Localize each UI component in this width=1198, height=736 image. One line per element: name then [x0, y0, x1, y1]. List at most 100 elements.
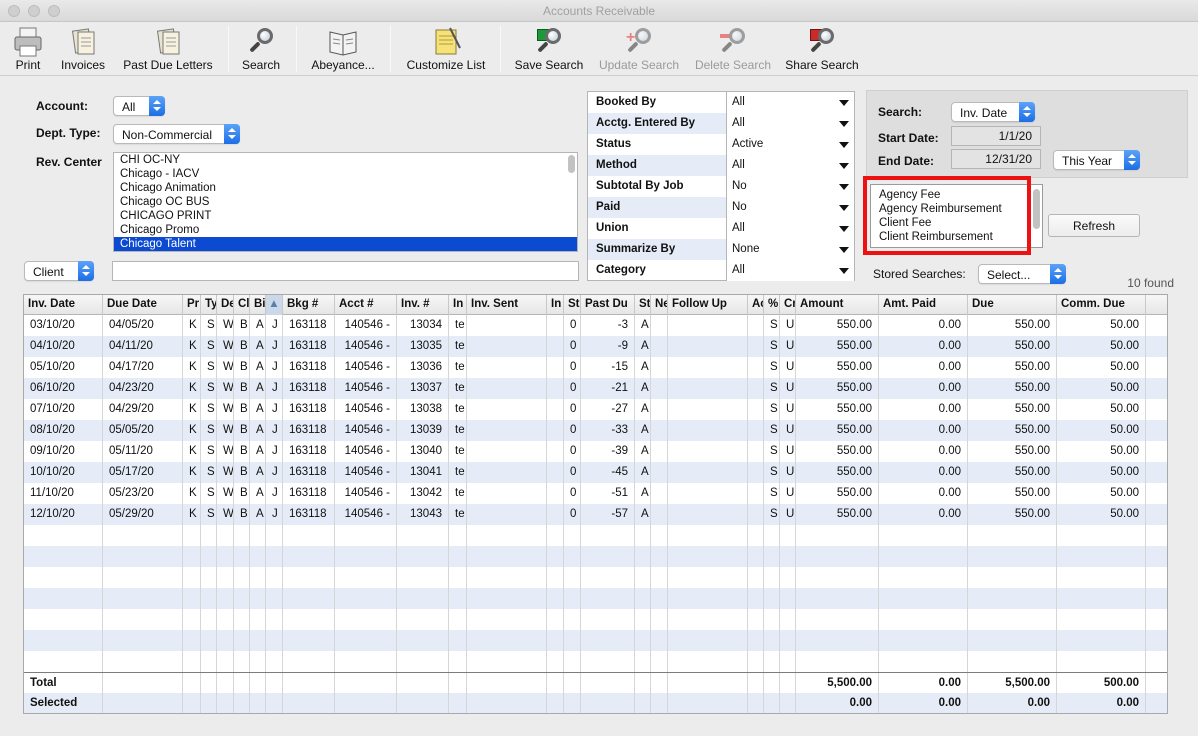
- past-due-letters-button[interactable]: Past Due Letters: [120, 24, 216, 76]
- column-header[interactable]: Past Du: [581, 295, 635, 315]
- date-range-popup[interactable]: This Year: [1053, 150, 1140, 170]
- table-row[interactable]: 06/10/20 04/23/20 K S W B A J 163118 140546 -1303…: [24, 378, 1167, 399]
- dept-type-popup[interactable]: Non-Commercial: [113, 124, 240, 144]
- column-header[interactable]: Ty: [201, 295, 217, 315]
- column-header[interactable]: Inv. Sent: [467, 295, 547, 315]
- column-header[interactable]: In: [449, 295, 467, 315]
- table-row[interactable]: 10/10/20 05/17/20 K S W B A J 163118 140546 -1304…: [24, 462, 1167, 483]
- table-row[interactable]: 09/10/20 05/11/20 K S W B A J 163118 140546 -1304…: [24, 441, 1167, 462]
- table-row[interactable]: 12/10/20 05/29/20 K S W B A J 163118 140546 -1304…: [24, 504, 1167, 525]
- filter-summarize-by[interactable]: Summarize By None: [588, 239, 854, 260]
- client-input[interactable]: [112, 261, 579, 281]
- filter-category[interactable]: Category All: [588, 260, 854, 281]
- table-row[interactable]: 04/10/20 04/11/20 K S W B A J 163118 140546 -1303…: [24, 336, 1167, 357]
- column-header[interactable]: Inv. Date: [24, 295, 103, 315]
- column-header[interactable]: Follow Up: [668, 295, 748, 315]
- table-cell: [217, 651, 234, 672]
- save-search-button[interactable]: Save Search: [512, 24, 586, 76]
- filter-dropdown[interactable]: All: [726, 218, 854, 239]
- table-cell: [547, 525, 564, 546]
- column-header[interactable]: Bi: [250, 295, 266, 315]
- column-header[interactable]: Cr: [780, 295, 796, 315]
- search-field-popup[interactable]: Inv. Date: [951, 102, 1035, 122]
- filter-acctg-entered-by[interactable]: Acctg. Entered By All: [588, 113, 854, 134]
- abeyance-button[interactable]: Abeyance...: [306, 24, 380, 76]
- filter-union[interactable]: Union All: [588, 218, 854, 239]
- column-header[interactable]: Amt. Paid: [879, 295, 968, 315]
- delete-search-button[interactable]: Delete Search: [692, 24, 774, 76]
- table-cell: 0: [564, 336, 581, 357]
- table-row[interactable]: 08/10/20 05/05/20 K S W B A J 163118 140546 -1303…: [24, 420, 1167, 441]
- column-header[interactable]: Comm. Due: [1057, 295, 1146, 315]
- filter-dropdown[interactable]: All: [726, 92, 854, 113]
- table-row[interactable]: 07/10/20 04/29/20 K S W B A J 163118 140546 -1303…: [24, 399, 1167, 420]
- table-row[interactable]: 11/10/20 05/23/20 K S W B A J 163118 140546 -1304…: [24, 483, 1167, 504]
- column-header[interactable]: Cl: [234, 295, 250, 315]
- table-cell: 04/10/20: [24, 336, 103, 357]
- rev-center-list[interactable]: CHI OC-NY Chicago - IACV Chicago Animati…: [113, 152, 578, 252]
- filter-dropdown[interactable]: No: [726, 176, 854, 197]
- stored-searches-popup[interactable]: Select...: [978, 264, 1066, 284]
- results-table[interactable]: Inv. DateDue DatePrTyDeClBi▲Bkg #Acct #I…: [23, 294, 1168, 714]
- invoices-button[interactable]: Invoices: [56, 24, 110, 76]
- share-search-button[interactable]: Share Search: [784, 24, 860, 76]
- filter-dropdown[interactable]: All: [726, 113, 854, 134]
- column-header[interactable]: Acct #: [335, 295, 397, 315]
- filter-dropdown[interactable]: Active: [726, 134, 854, 155]
- start-date-field[interactable]: 1/1/20: [951, 126, 1041, 146]
- scrollbar-thumb[interactable]: [568, 155, 575, 173]
- table-cell: [564, 567, 581, 588]
- column-header[interactable]: De: [217, 295, 234, 315]
- filter-paid[interactable]: Paid No: [588, 197, 854, 218]
- account-popup[interactable]: All: [113, 96, 165, 116]
- filter-dropdown[interactable]: None: [726, 239, 854, 260]
- column-header[interactable]: %: [764, 295, 780, 315]
- table-cell: S: [201, 483, 217, 504]
- column-header[interactable]: Amount: [796, 295, 879, 315]
- table-cell: [780, 651, 796, 672]
- table-row[interactable]: 05/10/20 04/17/20 K S W B A J 163118 140546 -1303…: [24, 357, 1167, 378]
- list-item[interactable]: Chicago Promo: [114, 223, 577, 237]
- column-header[interactable]: Ne: [651, 295, 668, 315]
- customize-list-button[interactable]: Customize List: [400, 24, 492, 76]
- print-button[interactable]: Print: [4, 24, 52, 76]
- title-bar[interactable]: Accounts Receivable: [0, 0, 1198, 22]
- table-row[interactable]: 03/10/20 04/05/20 K S W B A J 163118 140546 -1303…: [24, 315, 1167, 336]
- column-header[interactable]: St: [635, 295, 651, 315]
- table-cell: 13038: [397, 399, 449, 420]
- column-header[interactable]: Ac: [748, 295, 764, 315]
- table-cell: [879, 588, 968, 609]
- table-cell: 140546 -: [335, 336, 397, 357]
- filter-dropdown[interactable]: All: [726, 260, 854, 281]
- list-item[interactable]: Chicago Animation: [114, 181, 577, 195]
- list-item[interactable]: CHI OC-NY: [114, 153, 577, 167]
- end-date-field[interactable]: 12/31/20: [951, 149, 1041, 169]
- list-item[interactable]: Chicago OC BUS: [114, 195, 577, 209]
- table-cell: [635, 630, 651, 651]
- filter-subtotal-by-job[interactable]: Subtotal By Job No: [588, 176, 854, 197]
- scrollbar-thumb[interactable]: [1033, 189, 1040, 229]
- update-search-button[interactable]: + Update Search: [596, 24, 682, 76]
- column-header[interactable]: Due: [968, 295, 1057, 315]
- search-button[interactable]: Search: [236, 24, 286, 76]
- client-popup[interactable]: Client: [24, 261, 94, 281]
- column-header[interactable]: In: [547, 295, 564, 315]
- list-item[interactable]: Chicago - IACV: [114, 167, 577, 181]
- column-header[interactable]: Inv. #: [397, 295, 449, 315]
- filter-method[interactable]: Method All: [588, 155, 854, 176]
- column-header[interactable]: Due Date: [103, 295, 183, 315]
- table-cell: S: [764, 315, 780, 336]
- list-item[interactable]: CHICAGO PRINT: [114, 209, 577, 223]
- column-header[interactable]: Bkg #: [283, 295, 335, 315]
- filter-status[interactable]: Status Active: [588, 134, 854, 155]
- column-header[interactable]: Pr: [183, 295, 201, 315]
- table-cell: 0.00: [879, 693, 968, 713]
- list-item-selected[interactable]: Chicago Talent: [114, 237, 577, 251]
- refresh-button[interactable]: Refresh: [1048, 214, 1140, 237]
- sort-indicator-icon[interactable]: ▲: [266, 295, 283, 315]
- filter-dropdown[interactable]: No: [726, 197, 854, 218]
- filter-booked-by[interactable]: Booked By All: [588, 92, 854, 113]
- filter-dropdown[interactable]: All: [726, 155, 854, 176]
- column-header[interactable]: St: [564, 295, 581, 315]
- start-date-label: Start Date:: [878, 131, 939, 145]
